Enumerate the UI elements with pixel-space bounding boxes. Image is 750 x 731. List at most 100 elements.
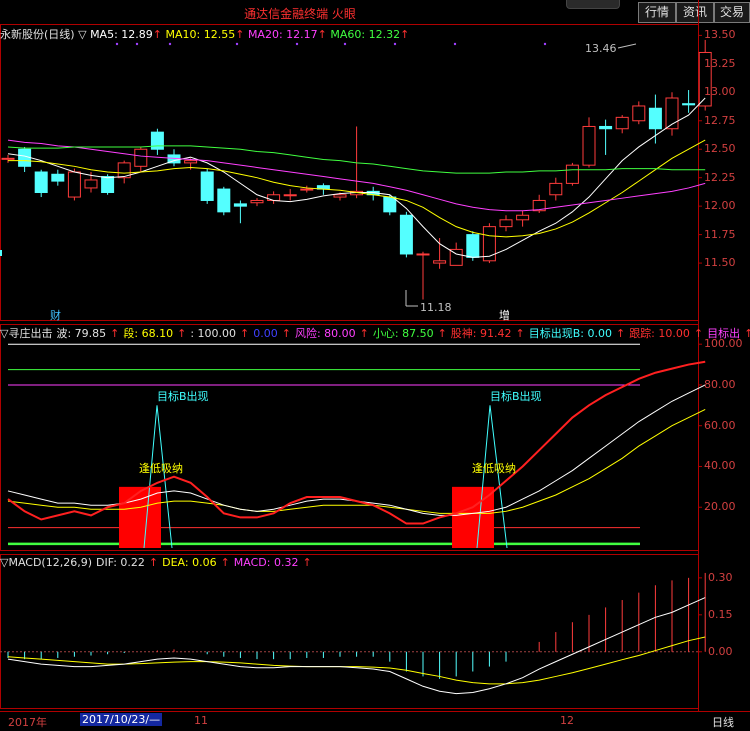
panel-border — [0, 554, 699, 709]
macd-legend-item: ▽MACD(12,26,9) — [0, 556, 93, 569]
dif-line — [7, 597, 706, 695]
gushen-line — [7, 360, 706, 525]
candle-body — [267, 194, 281, 201]
up-arrow-icon: ↑ — [744, 327, 750, 340]
indicator-legend-item: 波: 79.85 — [56, 327, 107, 340]
indicator-legend-item: 段: 68.10 — [123, 327, 174, 340]
up-arrow-icon: ↑ — [240, 327, 250, 340]
indicator-legend-item: 小心: 87.50 — [372, 327, 434, 340]
price-tick-label: 11.50 — [704, 256, 736, 270]
up-arrow-icon: ↑ — [177, 327, 187, 340]
cursor-date: 2017/10/23/— — [80, 713, 163, 726]
event-dot — [235, 42, 239, 46]
candle-body — [648, 107, 662, 130]
candle-body — [150, 131, 164, 150]
candle-body — [632, 105, 646, 122]
up-arrow-icon: ↑ — [220, 556, 230, 569]
panel-border — [0, 324, 699, 551]
ma20-label: MA20: 12.17 — [247, 28, 318, 41]
event-dot — [343, 42, 347, 46]
candle-body — [84, 179, 98, 189]
candle-body — [549, 182, 563, 196]
candle-body — [333, 194, 347, 198]
indicator-tick-label: 20.00 — [704, 500, 736, 514]
panel-border — [0, 24, 699, 321]
candle-body — [34, 171, 48, 193]
indicator-legend-item: ▽寻庄出击 — [0, 327, 53, 340]
candle-body — [283, 194, 297, 197]
indicator-legend-item: 目标出现B: 0.00 — [528, 327, 612, 340]
up-arrow-icon: ↑ — [148, 556, 159, 569]
candle-body — [200, 171, 214, 201]
dea-line — [7, 636, 706, 685]
month-12-label: 12 — [560, 714, 574, 727]
candle-body — [184, 160, 198, 164]
price-tick-label: 12.25 — [704, 170, 736, 184]
indicator-tick-label: 100.00 — [704, 337, 743, 351]
event-dot — [115, 42, 119, 46]
high-price-label: 13.46 — [585, 42, 617, 55]
indicator-tick-label: 40.00 — [704, 459, 736, 473]
up-arrow-icon: ↑ — [437, 327, 447, 340]
up-arrow-icon: ↑ — [359, 327, 369, 340]
target-b-label-2: 目标B出现 — [490, 390, 542, 403]
stock-name: 永新股份(日线) — [0, 28, 75, 41]
candle-body — [18, 148, 32, 167]
price-tick-label: 12.75 — [704, 113, 736, 127]
buy-label-2: 逢低吸纳 — [472, 462, 516, 475]
candle-body — [399, 214, 413, 255]
indicator-legend-item: 股神: 91.42 — [450, 327, 512, 340]
indicator-tick-label: 80.00 — [704, 377, 736, 391]
candle-body — [582, 125, 596, 166]
event-dot — [295, 42, 299, 46]
candle-body — [466, 234, 480, 258]
candle-body — [615, 116, 629, 130]
target-b-label-1: 目标B出现 — [157, 390, 209, 403]
year-label: 2017年 — [8, 716, 47, 729]
event-dot — [543, 42, 547, 46]
macd-tick-label: 0.30 — [708, 570, 733, 584]
indicator-legend: ▽寻庄出击 波: 79.85 ↑ 段: 68.10 ↑: 100.00 ↑ 0.00 ↑ 风险:… — [0, 325, 750, 341]
indicator-legend-item: : 100.00 — [190, 327, 237, 340]
buy-label-1: 逢低吸纳 — [139, 462, 183, 475]
macd-legend: ▽MACD(12,26,9) DIF: 0.22 ↑ DEA: 0.06 ↑ MACD: … — [0, 556, 316, 569]
macd-legend-item: MACD: 0.32 — [233, 556, 299, 569]
candle-body — [51, 173, 65, 182]
macd-legend-item: DIF: 0.22 — [96, 556, 145, 569]
event-dot — [168, 42, 172, 46]
candle-body — [516, 214, 530, 221]
low-price-label: 11.18 — [420, 301, 452, 314]
timeline-bar: 2017年 2017/10/23/— 11 12 日线 — [0, 711, 750, 731]
up-arrow-icon: ↑ — [302, 556, 312, 569]
increase-marker[interactable]: 增 — [499, 307, 510, 323]
candle-body — [599, 125, 613, 130]
candle-body — [682, 103, 696, 106]
legend-toggle-icon[interactable]: ▽ — [78, 28, 86, 41]
candle-body — [565, 164, 579, 184]
up-arrow-icon: ↑ — [110, 327, 120, 340]
price-tick-label: 13.50 — [704, 28, 736, 42]
bo-line — [7, 384, 706, 516]
indicator-legend-item: 0.00 — [253, 327, 278, 340]
candle-body — [1, 157, 15, 160]
up-arrow-icon: ↑ — [615, 327, 626, 340]
candle-body — [383, 196, 397, 213]
macd-tick-label: 0.00 — [708, 644, 733, 658]
candle-body — [433, 260, 447, 264]
macd-tick-label: 0.15 — [708, 607, 733, 621]
macd-legend-item: DEA: 0.06 — [162, 556, 217, 569]
candle-body — [217, 188, 231, 213]
chart-canvas[interactable] — [0, 0, 750, 730]
candle-body — [67, 171, 81, 198]
indicator-tick-label: 60.00 — [704, 418, 736, 432]
price-legend: 永新股份(日线) ▽ MA5: 12.89↑ MA10: 12.55↑ MA20… — [0, 28, 410, 41]
event-dot — [135, 42, 139, 46]
indicator-legend-item: 跟踪: 10.00 — [629, 327, 690, 340]
price-tick-label: 13.00 — [704, 85, 736, 99]
month-11-label: 11 — [194, 714, 208, 727]
finance-marker[interactable]: 财 — [50, 307, 61, 323]
price-tick-label: 11.75 — [704, 227, 736, 241]
candle-body — [499, 219, 513, 228]
period-label[interactable]: 日线 — [712, 714, 734, 730]
up-arrow-icon: ↑ — [515, 327, 525, 340]
